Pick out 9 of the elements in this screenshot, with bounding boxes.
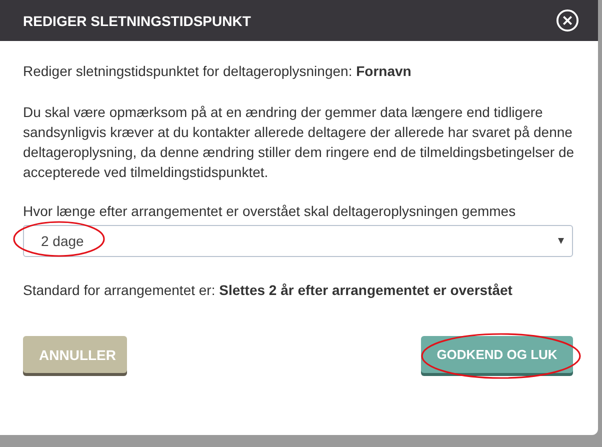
- cancel-button[interactable]: ANNULLER: [23, 336, 127, 373]
- dialog-title: REDIGER SLETNINGSTIDSPUNKT: [23, 12, 251, 28]
- close-icon[interactable]: [556, 9, 579, 32]
- standard-text: Standard for arrangementet er: Slettes 2 år efter arrangementet er overstået: [23, 281, 514, 300]
- intro-text: Rediger sletningstidspunktet for deltageroplysningen: Fornavn: [23, 62, 412, 81]
- confirm-button[interactable]: GODKEND OG LUK: [421, 336, 573, 373]
- retention-dropdown[interactable]: 2 dage: [23, 225, 573, 257]
- warning-text: Du skal være opmærksom på at en ændring der gemmer data længere end tidligere sandsynligvis kræver at du kontakter allerede deltagere der allerede har svaret på denne deltageroplysning, da denne ændring stiller dem ringere end de tilmeldingsbetingelser de accepterede ved tilmeldingstidspunktet.: [23, 103, 575, 182]
- field-label: Hvor længe efter arrangementet er overstået skal deltageroplysningen gemmes: [23, 202, 517, 221]
